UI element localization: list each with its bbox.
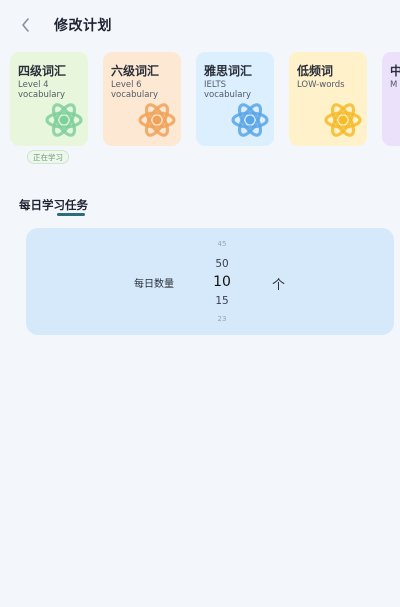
picker-option[interactable]: 50 bbox=[202, 258, 242, 270]
picker-option[interactable]: 15 bbox=[202, 295, 242, 307]
header: 修改计划 bbox=[0, 0, 400, 50]
plan-card-name: 低频词 bbox=[297, 64, 334, 78]
plan-card-ielts[interactable]: 雅思词汇 IELTS vocabulary bbox=[196, 52, 274, 146]
plan-card-subtitle: M w bbox=[390, 80, 400, 90]
daily-count-label: 每日数量 bbox=[134, 279, 174, 290]
plan-card-subtitle: Level 4 vocabulary bbox=[18, 80, 65, 100]
daily-count-picker[interactable]: 45 50 10 15 23 bbox=[202, 228, 242, 335]
picker-option[interactable]: 45 bbox=[202, 240, 242, 248]
back-button[interactable] bbox=[14, 13, 38, 37]
daily-count-unit: 个 bbox=[272, 278, 286, 293]
picker-selected-option[interactable]: 10 bbox=[202, 274, 242, 290]
plan-card-cet4[interactable]: 四级词汇 Level 4 vocabulary bbox=[10, 52, 88, 146]
plan-card-cet6[interactable]: 六级词汇 Level 6 vocabulary bbox=[103, 52, 181, 146]
section-underline bbox=[57, 213, 85, 216]
plan-card-partial[interactable]: 中 M w bbox=[382, 52, 400, 146]
plan-card-name: 中 bbox=[390, 64, 400, 78]
atom-icon bbox=[231, 103, 269, 137]
plan-card-name: 六级词汇 bbox=[111, 64, 160, 78]
atom-icon bbox=[138, 103, 176, 137]
daily-count-picker-panel: 每日数量 45 50 10 15 23 个 bbox=[26, 228, 394, 335]
plan-card-name: 四级词汇 bbox=[18, 64, 67, 78]
chevron-left-icon bbox=[22, 18, 29, 32]
plan-card-subtitle: LOW-words bbox=[297, 80, 345, 90]
plan-card-low-frequency[interactable]: 低频词 LOW-words bbox=[289, 52, 367, 146]
plan-card-list: 四级词汇 Level 4 vocabulary 六级词汇 Level 6 voc… bbox=[0, 52, 400, 148]
atom-icon bbox=[324, 103, 362, 137]
current-plan-badge: 正在学习 bbox=[27, 150, 69, 164]
plan-card-name: 雅思词汇 bbox=[204, 64, 253, 78]
atom-icon bbox=[45, 103, 83, 137]
plan-card-subtitle: Level 6 vocabulary bbox=[111, 80, 158, 100]
page-title: 修改计划 bbox=[54, 18, 112, 34]
section-title: 每日学习任务 bbox=[19, 198, 88, 212]
plan-card-subtitle: IELTS vocabulary bbox=[204, 80, 251, 100]
picker-option[interactable]: 23 bbox=[202, 315, 242, 323]
